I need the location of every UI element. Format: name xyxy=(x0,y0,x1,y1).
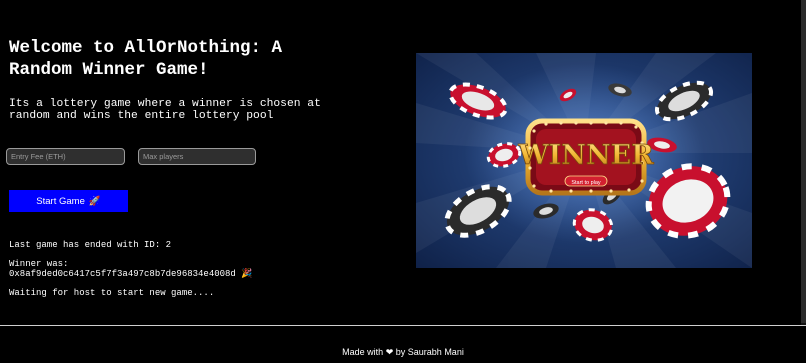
winner-status: Winner was: 0x8af9ded0c6417c5f7f3a497c8b… xyxy=(9,259,252,279)
winner-sign-text: WINNER xyxy=(517,140,654,171)
rocket-icon: 🚀 xyxy=(88,195,101,207)
start-to-play-text: Start to play xyxy=(571,180,601,186)
footer: Made with ❤ by Saurabh Mani xyxy=(0,347,806,358)
winner-address: 0x8af9ded0c6417c5f7f3a497c8b7de96834e400… xyxy=(9,269,236,279)
winner-sign: WINNER Start to play xyxy=(517,118,655,196)
winner-hero-image: WINNER Start to play xyxy=(416,53,752,268)
max-players-input[interactable] xyxy=(138,148,256,165)
entry-fee-input[interactable] xyxy=(6,148,125,165)
footer-prefix: Made with xyxy=(342,347,384,357)
page-title: Welcome to AllOrNothing: A Random Winner… xyxy=(9,38,283,80)
game-description: Its a lottery game where a winner is cho… xyxy=(9,98,321,122)
footer-author: by Saurabh Mani xyxy=(395,347,464,357)
last-game-status: Last game has ended with ID: 2 xyxy=(9,240,172,250)
winner-label: Winner was: xyxy=(9,259,69,269)
footer-divider xyxy=(0,325,806,326)
start-game-label: Start Game xyxy=(36,195,85,207)
main-section: Welcome to AllOrNothing: A Random Winner… xyxy=(0,0,806,325)
waiting-status: Waiting for host to start new game.... xyxy=(9,288,215,298)
start-game-button[interactable]: Start Game 🚀 xyxy=(9,190,128,212)
party-icon: 🎉 xyxy=(241,269,253,279)
scrollbar-thumb[interactable] xyxy=(801,0,806,323)
heart-icon: ❤ xyxy=(385,348,394,358)
casino-illustration: WINNER Start to play xyxy=(416,53,752,268)
scrollbar[interactable] xyxy=(801,0,806,325)
